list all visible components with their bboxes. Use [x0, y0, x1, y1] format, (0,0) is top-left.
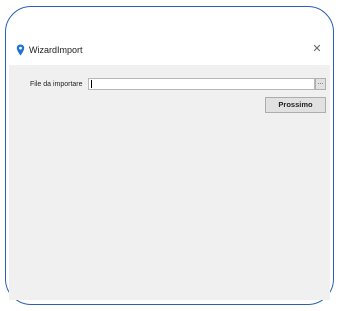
- text-caret: [91, 80, 92, 88]
- title-bar: WizardImport ✕: [9, 37, 330, 65]
- pin-icon: [16, 43, 25, 56]
- file-field-label: File da importare: [30, 81, 83, 88]
- wizard-window: WizardImport ✕ File da importare ... Pro…: [9, 37, 330, 300]
- next-button[interactable]: Prossimo: [265, 97, 326, 113]
- close-icon[interactable]: ✕: [310, 42, 324, 56]
- file-path-input[interactable]: [88, 78, 315, 90]
- browse-button[interactable]: ...: [315, 78, 326, 90]
- window-title: WizardImport: [29, 45, 83, 55]
